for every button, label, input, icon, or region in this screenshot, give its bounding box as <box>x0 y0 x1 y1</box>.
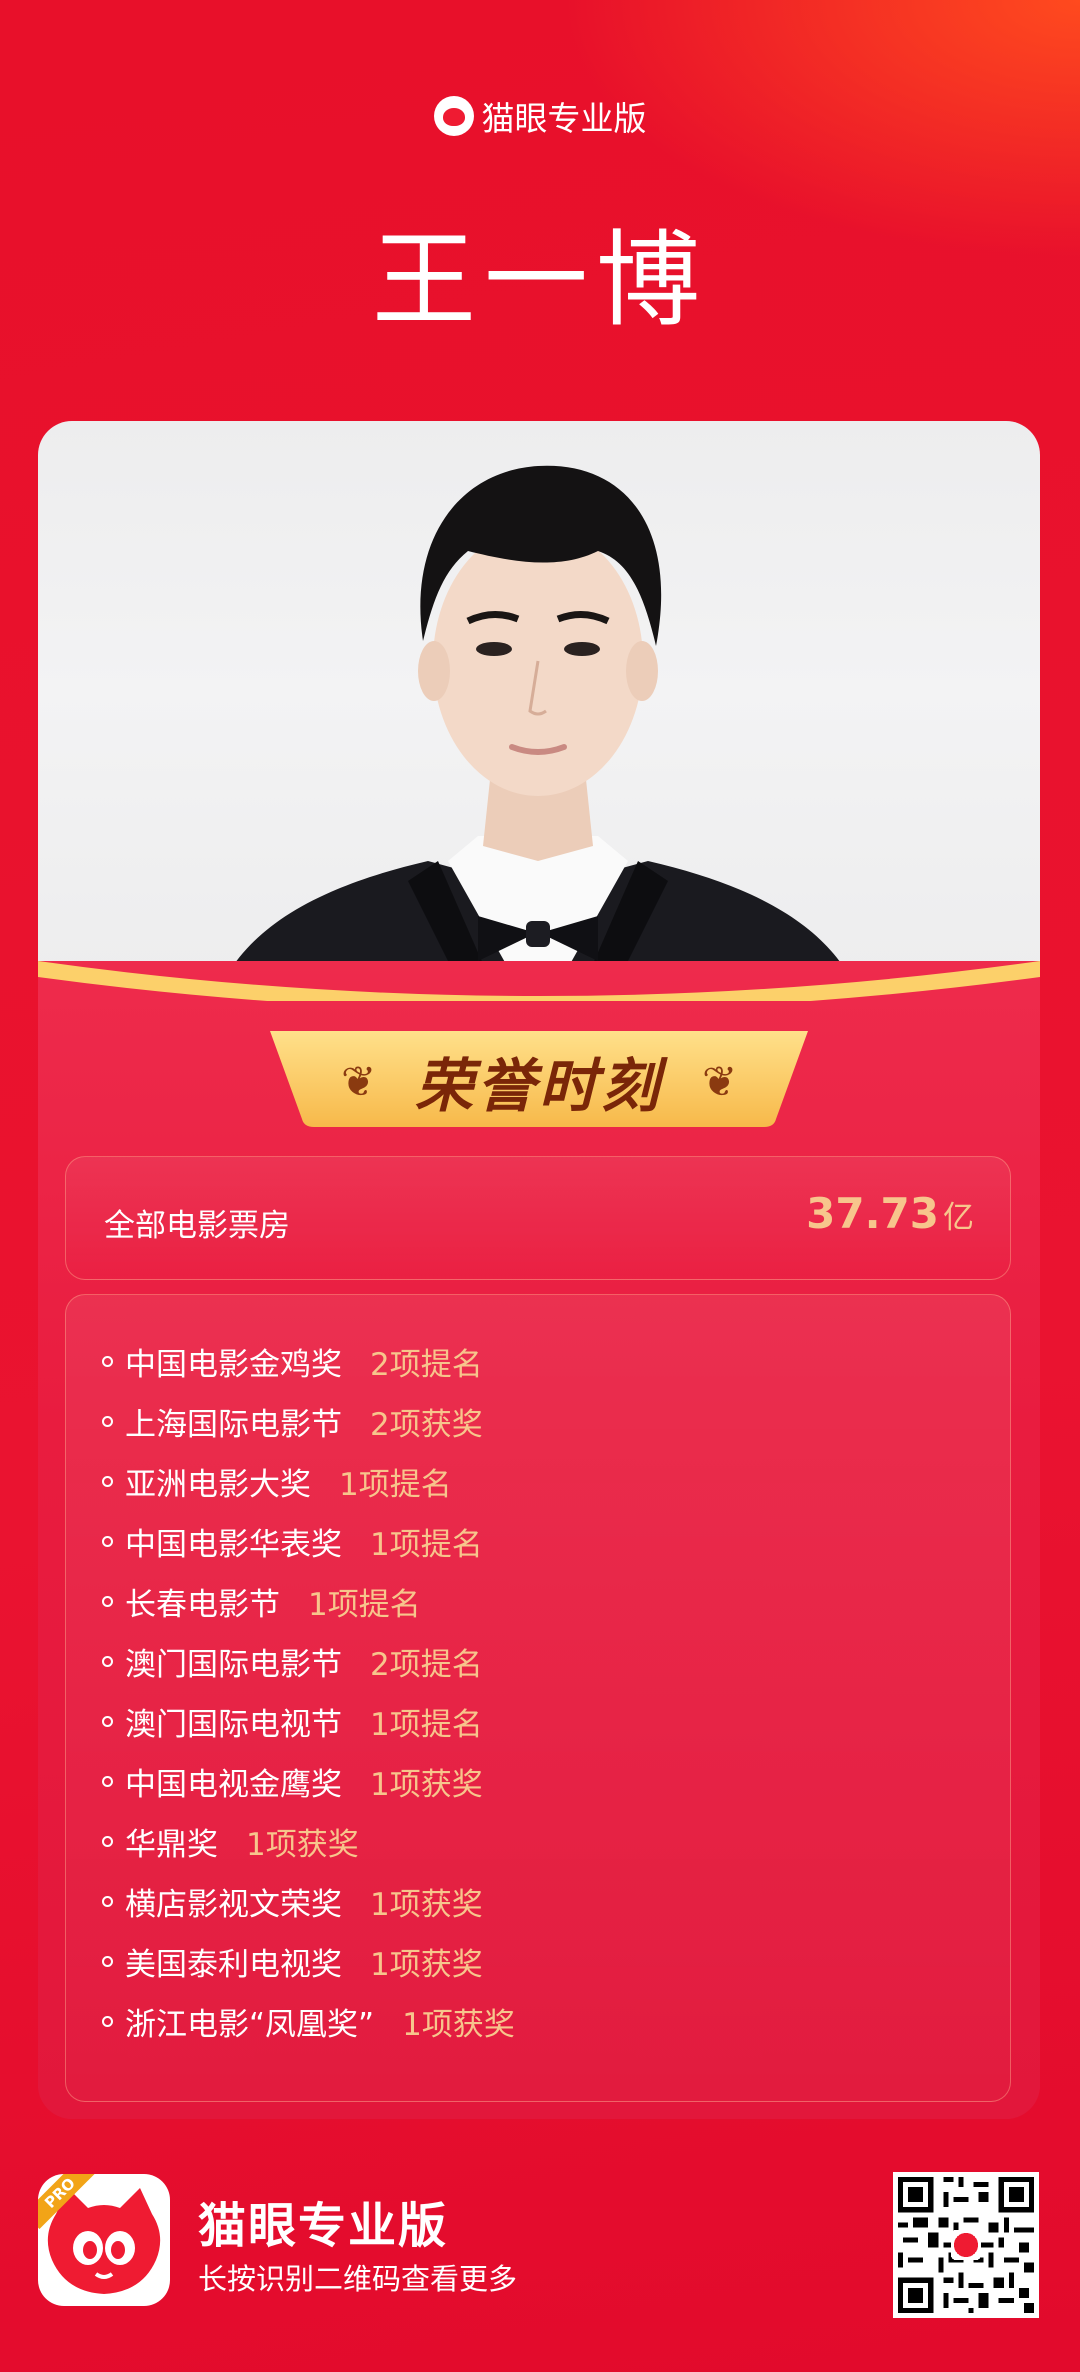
footer-hint: 长按识别二维码查看更多 <box>198 2262 518 2296</box>
bullet-icon <box>102 1475 113 1487</box>
bullet-icon <box>102 1775 113 1787</box>
box-office-label: 全部电影票房 <box>104 1208 290 1244</box>
brand-header: 猫眼专业版 <box>0 92 1080 140</box>
award-item: 上海国际电影节 2项获奖 <box>102 1391 515 1451</box>
award-item: 澳门国际电视节 1项提名 <box>102 1691 515 1751</box>
box-office-unit: 亿 <box>943 1200 974 1236</box>
award-item: 澳门国际电影节 2项提名 <box>102 1631 515 1691</box>
bullet-icon <box>102 1355 113 1367</box>
qr-code-icon[interactable] <box>893 2172 1039 2318</box>
award-item: 中国电视金鹰奖 1项获奖 <box>102 1751 515 1811</box>
award-item: 中国电影金鸡奖 2项提名 <box>102 1331 515 1391</box>
award-item: 浙江电影“凤凰奖” 1项获奖 <box>102 1991 515 2051</box>
maoyan-app-icon: PRO <box>38 2174 170 2306</box>
bullet-icon <box>102 1955 113 1967</box>
honor-card: ❦ ❦ 荣誉时刻 全部电影票房 37.73 亿 中国电影金鸡奖 2项提名 上海国际电… <box>38 421 1040 2119</box>
award-item: 亚洲电影大奖 1项提名 <box>102 1451 515 1511</box>
award-item: 华鼎奖 1项获奖 <box>102 1811 515 1871</box>
bullet-icon <box>102 1595 113 1607</box>
bullet-icon <box>102 2015 113 2027</box>
brand-name: 猫眼专业版 <box>481 99 647 138</box>
honor-title: 荣誉时刻 <box>414 1052 663 1120</box>
bullet-icon <box>102 1655 113 1667</box>
person-name: 王一博 <box>371 219 708 341</box>
bullet-icon <box>102 1835 113 1847</box>
cat-logo-icon <box>433 96 474 136</box>
box-office-panel: 全部电影票房 37.73 亿 <box>65 1156 1011 1280</box>
bullet-icon <box>102 1535 113 1547</box>
bullet-icon <box>102 1415 113 1427</box>
bullet-icon <box>102 1895 113 1907</box>
footer-app-name: 猫眼专业版 <box>198 2198 449 2254</box>
award-item: 美国泰利电视奖 1项获奖 <box>102 1931 515 1991</box>
gold-arc-decoration <box>38 961 1040 1001</box>
portrait-photo <box>38 421 1040 1021</box>
awards-list: 中国电影金鸡奖 2项提名 上海国际电影节 2项获奖 亚洲电影大奖 1项提名 中国电影华… <box>102 1331 515 2051</box>
box-office-value: 37.73 亿 <box>806 1189 974 1238</box>
box-office-number: 37.73 <box>806 1189 939 1238</box>
awards-panel: 中国电影金鸡奖 2项提名 上海国际电影节 2项获奖 亚洲电影大奖 1项提名 中国电影华… <box>65 1294 1011 2102</box>
award-item: 长春电影节 1项提名 <box>102 1571 515 1631</box>
award-item: 中国电影华表奖 1项提名 <box>102 1511 515 1571</box>
bullet-icon <box>102 1715 113 1727</box>
award-item: 横店影视文荣奖 1项获奖 <box>102 1871 515 1931</box>
